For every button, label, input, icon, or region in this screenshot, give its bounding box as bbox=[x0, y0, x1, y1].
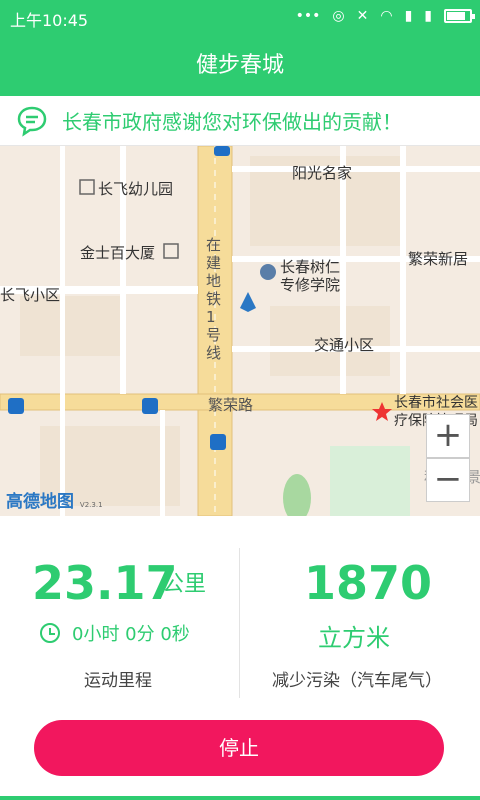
map-view[interactable]: 阳光名家 长飞幼儿园 金士百大厦 长春树仁 专修学院 繁荣新居 长飞小区 交通小… bbox=[0, 146, 480, 516]
distance-unit: 公里 bbox=[162, 572, 207, 597]
map-label-jiaotong: 交通小区 bbox=[314, 336, 375, 354]
status-time: 上午10:45 bbox=[10, 11, 89, 30]
wifi-icon: ◠ bbox=[380, 8, 393, 24]
status-bar: 上午10:45 ••• ◎ ✕ ◠ ▮ ▮ bbox=[0, 0, 480, 36]
notice-text: 长春市政府感谢您对环保做出的贡献！ bbox=[62, 110, 402, 134]
map-label-yangguang: 阳光名家 bbox=[292, 164, 353, 182]
status-icons: ••• ◎ ✕ ◠ ▮ ▮ bbox=[295, 8, 475, 24]
bottom-accent bbox=[0, 796, 480, 800]
duration-row: 0小时 0分 0秒 bbox=[40, 620, 190, 646]
amap-logo: 高德地图 V2.3.1 bbox=[6, 487, 103, 512]
map-label-fanrong-xinju: 繁荣新居 bbox=[408, 250, 469, 268]
distance-caption: 运动里程 bbox=[84, 671, 152, 691]
map-label-social-security-1: 长春市社会医 bbox=[394, 395, 478, 411]
notice-bar: 长春市政府感谢您对环保做出的贡献！ bbox=[0, 96, 480, 146]
pollution-unit: 立方米 bbox=[318, 624, 390, 652]
app-title: 健步春城 bbox=[0, 36, 480, 96]
map-label-changfei-xiaoqu: 长飞小区 bbox=[0, 286, 61, 304]
chat-bubble-icon bbox=[17, 106, 47, 137]
clock-icon bbox=[40, 623, 60, 643]
zoom-in-button[interactable]: + bbox=[426, 414, 470, 458]
signal-icon: ▮ bbox=[424, 8, 432, 24]
stop-button[interactable]: 停止 bbox=[34, 720, 444, 776]
map-label-subway: 在建地铁1号线 bbox=[206, 236, 222, 362]
map-label-jinshi: 金士百大厦 bbox=[80, 244, 156, 262]
pollution-caption: 减少污染（汽车尾气） bbox=[272, 671, 442, 691]
alarm-icon: ◎ bbox=[332, 8, 345, 24]
zoom-out-button[interactable]: − bbox=[426, 458, 470, 502]
amap-version: V2.3.1 bbox=[79, 501, 103, 509]
map-label-changfei-kindergarten: 长飞幼儿园 bbox=[98, 180, 174, 198]
stats-panel: 23.17 公里 0小时 0分 0秒 运动里程 1870 立方米 减少污染（汽车… bbox=[0, 516, 480, 716]
battery-icon bbox=[444, 9, 475, 23]
pollution-value: 1870 bbox=[304, 556, 433, 610]
notification-icon: ••• bbox=[295, 8, 321, 24]
map-roads bbox=[0, 146, 480, 516]
amap-logo-text: 高德地图 bbox=[6, 492, 74, 512]
duration-text: 0小时 0分 0秒 bbox=[72, 624, 190, 645]
map-label-fanrong-road: 繁荣路 bbox=[208, 396, 254, 414]
mute-icon: ✕ bbox=[356, 8, 369, 24]
map-label-zhuanxiu: 专修学院 bbox=[280, 276, 341, 294]
stats-divider bbox=[239, 548, 240, 698]
signal-icon: ▮ bbox=[404, 8, 413, 24]
distance-value: 23.17 bbox=[32, 556, 178, 610]
